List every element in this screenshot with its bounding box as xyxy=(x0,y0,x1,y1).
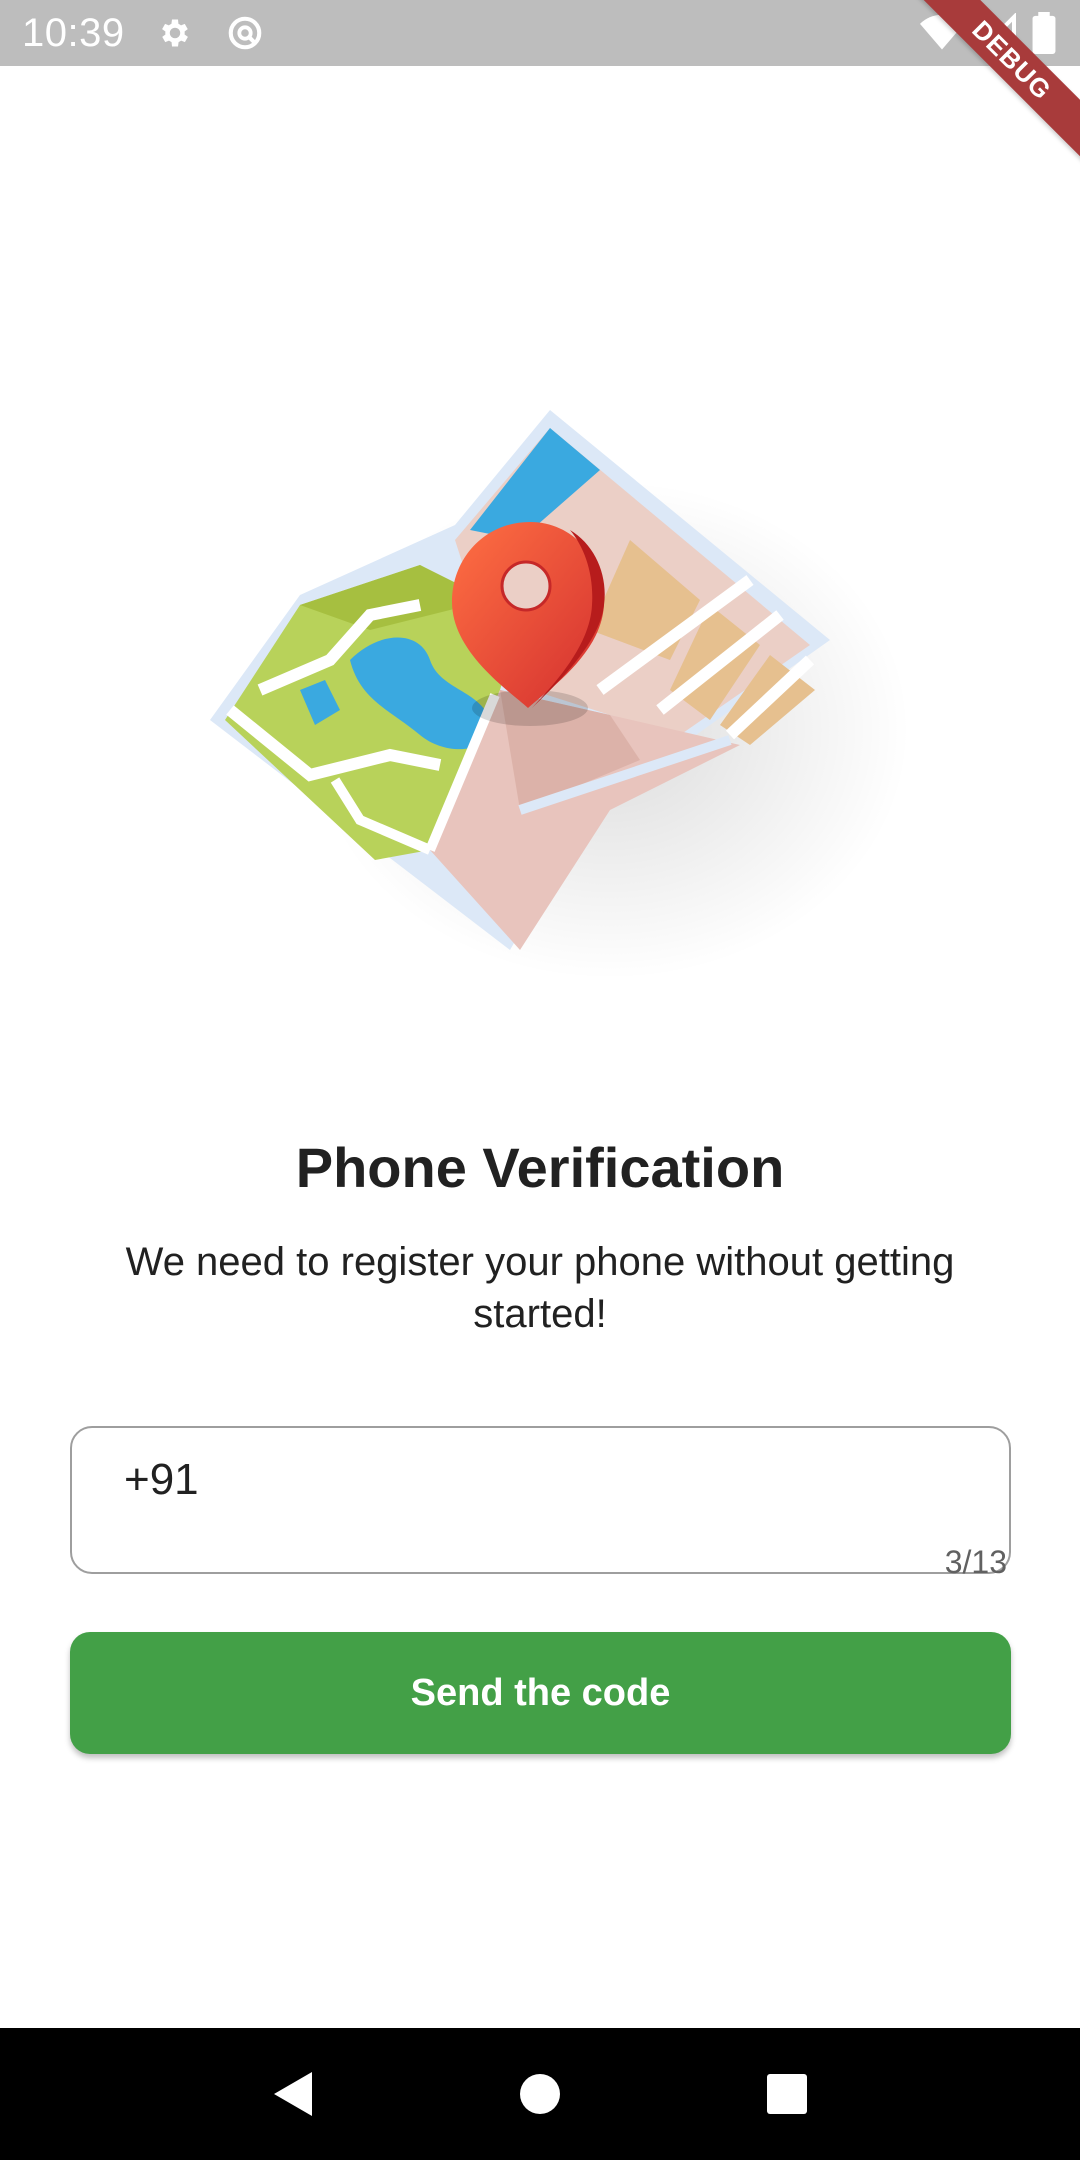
home-icon[interactable] xyxy=(508,2062,572,2126)
map-pin-illustration xyxy=(190,390,910,1010)
navigation-bar xyxy=(0,2028,1080,2160)
gear-icon xyxy=(155,13,195,53)
status-bar: 10:39 DEBUG xyxy=(0,0,1080,167)
back-icon[interactable] xyxy=(261,2062,325,2126)
page-title: Phone Verification xyxy=(295,1136,785,1199)
status-time: 10:39 xyxy=(22,10,125,55)
battery-icon xyxy=(1032,12,1056,59)
page-subtitle: We need to register your phone without g… xyxy=(125,1240,955,1336)
phone-number-field[interactable]: 3/13 xyxy=(70,1426,1011,1580)
phone-number-input[interactable] xyxy=(124,1450,924,1510)
recents-icon[interactable] xyxy=(755,2062,819,2126)
send-code-button[interactable]: Send the code xyxy=(70,1632,1011,1754)
sync-icon xyxy=(225,13,265,53)
phone-verification-screen: 10:39 DEBUG Phone Verification We need t… xyxy=(0,0,1080,2160)
character-counter: 3/13 xyxy=(944,1544,1007,1580)
